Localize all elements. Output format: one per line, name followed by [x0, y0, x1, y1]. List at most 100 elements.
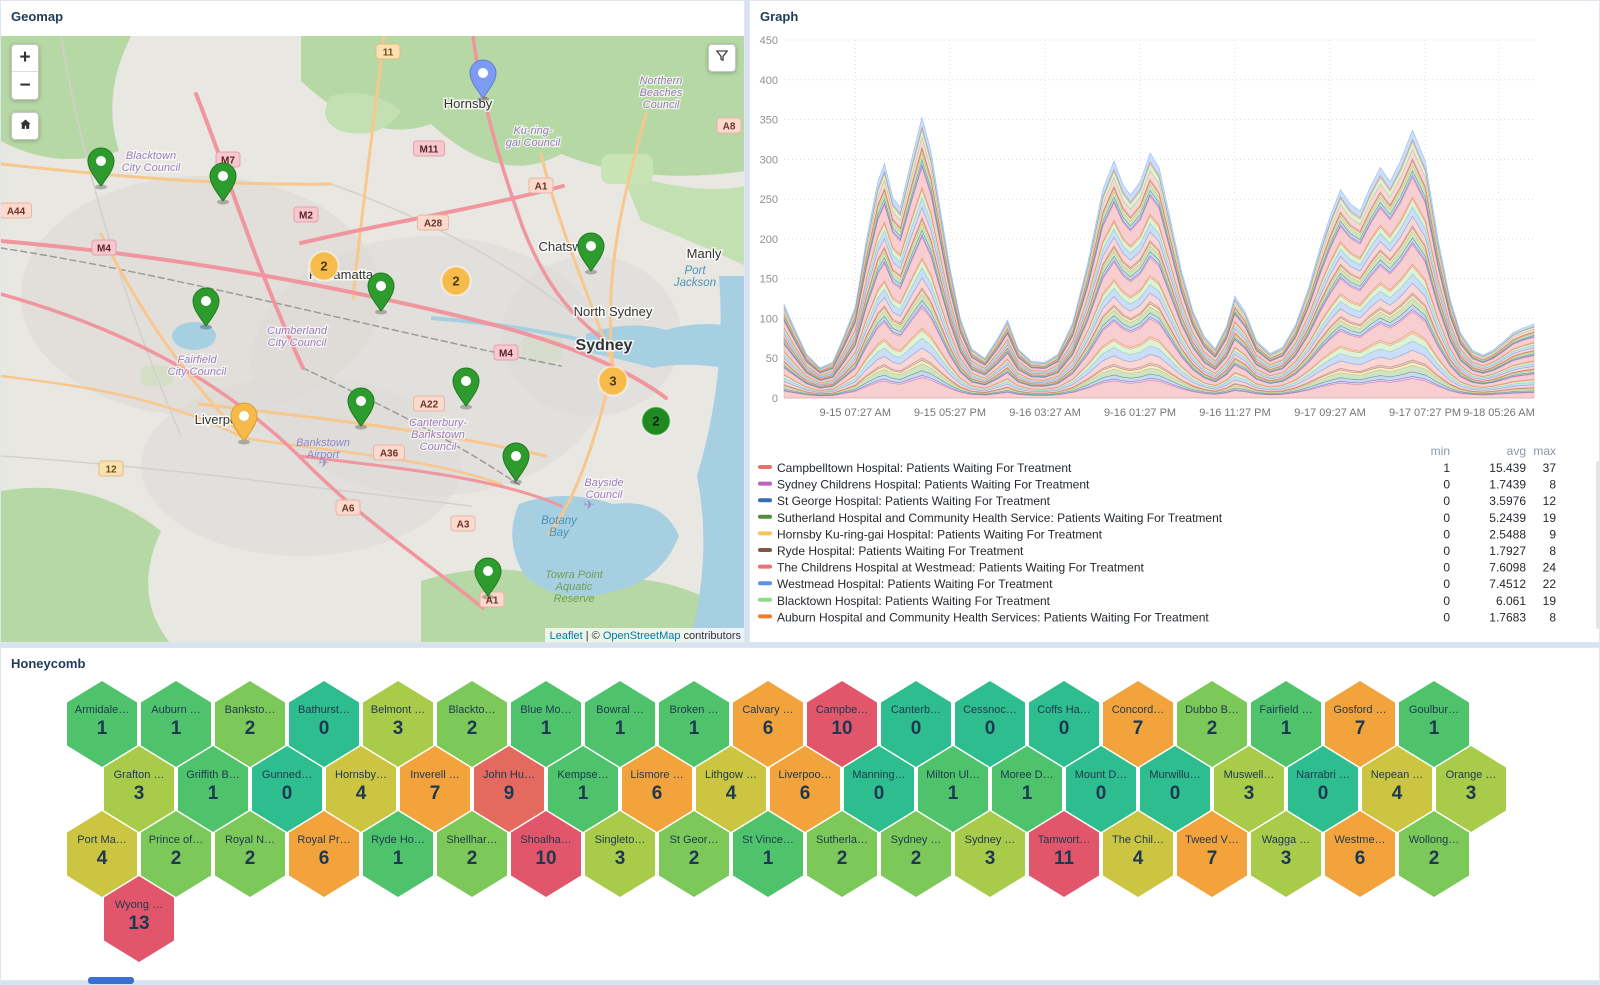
- legend-swatch: [758, 482, 772, 486]
- hex-label: Shoalha…: [511, 834, 581, 847]
- stacked-area-chart[interactable]: 0501001502002503003504004509-15 07:27 AM…: [750, 31, 1600, 643]
- legend-series-name: Sydney Childrens Hospital: Patients Wait…: [777, 478, 1090, 492]
- road-shield: A36: [374, 445, 405, 460]
- hex-label: Wollong…: [1399, 834, 1469, 847]
- hex-value: 0: [1029, 717, 1099, 741]
- hex-value: 3: [585, 847, 655, 871]
- legend-max-value: 22: [1543, 577, 1557, 591]
- hex-label: Moree D…: [992, 769, 1062, 782]
- hex-value: 10: [511, 847, 581, 871]
- legend-item[interactable]: The Childrens Hospital at Westmead: Pati…: [758, 561, 1556, 575]
- legend-min-value: 0: [1443, 511, 1450, 525]
- legend-max-value: 9: [1549, 527, 1556, 541]
- hex-value: 1: [548, 782, 618, 806]
- svg-text:3: 3: [609, 374, 616, 389]
- hex-label: Tweed V…: [1177, 834, 1247, 847]
- svg-text:A3: A3: [457, 520, 470, 531]
- y-axis-tick-label: 350: [760, 115, 778, 127]
- legend-item[interactable]: St George Hospital: Patients Waiting For…: [758, 494, 1556, 508]
- legend-item[interactable]: Campbelltown Hospital: Patients Waiting …: [758, 461, 1556, 475]
- road-shield: M4: [494, 345, 518, 360]
- hex-label: Inverell …: [400, 769, 470, 782]
- legend-swatch: [758, 515, 772, 519]
- zoom-out-button[interactable]: −: [12, 72, 38, 99]
- svg-text:M4: M4: [97, 244, 111, 255]
- legend-max-value: 8: [1549, 544, 1556, 558]
- svg-text:M4: M4: [499, 349, 513, 360]
- openstreetmap-link[interactable]: OpenStreetMap: [603, 630, 681, 642]
- legend-max-value: 37: [1543, 461, 1557, 475]
- hex-label: Tamwort…: [1029, 834, 1099, 847]
- hex-label: Murwillu…: [1140, 769, 1210, 782]
- horizontal-scrollbar-thumb[interactable]: [88, 977, 134, 984]
- hex-label: Bowral …: [585, 704, 655, 717]
- svg-text:A36: A36: [380, 449, 399, 460]
- legend-item[interactable]: Hornsby Ku-ring-gai Hospital: Patients W…: [758, 527, 1556, 541]
- svg-text:A22: A22: [420, 400, 439, 411]
- legend-avg-value: 1.7439: [1489, 478, 1526, 492]
- hex-label: Liverpoo…: [770, 769, 840, 782]
- legend-series-name: Campbelltown Hospital: Patients Waiting …: [777, 461, 1072, 475]
- svg-text:2: 2: [320, 259, 327, 274]
- hex-value: 1: [659, 717, 729, 741]
- marker-cluster[interactable]: 3: [599, 367, 628, 396]
- hex-label: Sydney …: [955, 834, 1025, 847]
- leaflet-link[interactable]: Leaflet: [550, 630, 583, 642]
- hex-value: 1: [1251, 717, 1321, 741]
- hex-label: Campbe…: [807, 704, 877, 717]
- legend-item[interactable]: Sutherland Hospital and Community Health…: [758, 511, 1556, 525]
- honeycomb-grid: Armidale…1Auburn …1Banksto…2Bathurst…0Be…: [1, 648, 1600, 981]
- x-axis-tick-label: 9-16 01:27 PM: [1104, 407, 1176, 419]
- map-filter-button[interactable]: [708, 44, 736, 72]
- legend-swatch: [758, 465, 772, 469]
- hex-label: Calvary …: [733, 704, 803, 717]
- legend-min-value: 0: [1443, 544, 1450, 558]
- hex-value: 6: [622, 782, 692, 806]
- map-canvas[interactable]: HornsbyChatswoodNorth SydneySydneyManlyP…: [1, 36, 745, 643]
- hex-value: 3: [1214, 782, 1284, 806]
- legend-item[interactable]: Auburn Hospital and Community Health Ser…: [758, 610, 1556, 624]
- road-shield: 12: [99, 461, 123, 476]
- hex-label: Prince of…: [141, 834, 211, 847]
- marker-cluster[interactable]: 2: [442, 267, 471, 296]
- svg-text:A6: A6: [342, 504, 355, 515]
- hex-value: 6: [733, 717, 803, 741]
- hex-value: 1: [141, 717, 211, 741]
- hex-value: 2: [141, 847, 211, 871]
- map-home-button[interactable]: [11, 112, 39, 140]
- hex-value: 0: [844, 782, 914, 806]
- hex-value: 6: [289, 847, 359, 871]
- marker-cluster[interactable]: 2: [642, 407, 671, 436]
- legend-max-value: 19: [1543, 511, 1557, 525]
- legend-item[interactable]: Ryde Hospital: Patients Waiting For Trea…: [758, 544, 1556, 558]
- legend-item[interactable]: Westmead Hospital: Patients Waiting For …: [758, 577, 1556, 591]
- legend-min-value: 0: [1443, 527, 1450, 541]
- legend-series-name: Ryde Hospital: Patients Waiting For Trea…: [777, 544, 1024, 558]
- road-shield: A28: [418, 215, 449, 230]
- legend-scrollbar[interactable]: [1596, 461, 1600, 629]
- hex-value: 7: [400, 782, 470, 806]
- legend-avg-value: 7.6098: [1489, 561, 1526, 575]
- hex-value: 1: [585, 717, 655, 741]
- legend-avg-value: 6.061: [1496, 594, 1526, 608]
- hex-value: 3: [1436, 782, 1506, 806]
- hex-label: The Chil…: [1103, 834, 1173, 847]
- hex-label: Wyong …: [104, 899, 174, 912]
- hex-value: 3: [104, 782, 174, 806]
- hex-value: 4: [696, 782, 766, 806]
- geomap-panel-title: Geomap: [1, 1, 744, 31]
- hex-label: Port Ma…: [67, 834, 137, 847]
- legend-avg-value: 7.4512: [1489, 577, 1526, 591]
- legend-max-value: 24: [1543, 561, 1557, 575]
- y-axis-tick-label: 400: [760, 75, 778, 87]
- zoom-in-button[interactable]: +: [12, 45, 38, 72]
- legend-item[interactable]: Blacktown Hospital: Patients Waiting For…: [758, 594, 1556, 608]
- legend-item[interactable]: Sydney Childrens Hospital: Patients Wait…: [758, 478, 1556, 492]
- road-shield: M11: [414, 141, 445, 156]
- road-shield: A1: [480, 592, 504, 607]
- marker-cluster[interactable]: 2: [310, 252, 339, 281]
- svg-text:A44: A44: [7, 207, 26, 218]
- hex-value: 4: [67, 847, 137, 871]
- hex-value: 7: [1325, 717, 1395, 741]
- y-axis-tick-label: 200: [760, 234, 778, 246]
